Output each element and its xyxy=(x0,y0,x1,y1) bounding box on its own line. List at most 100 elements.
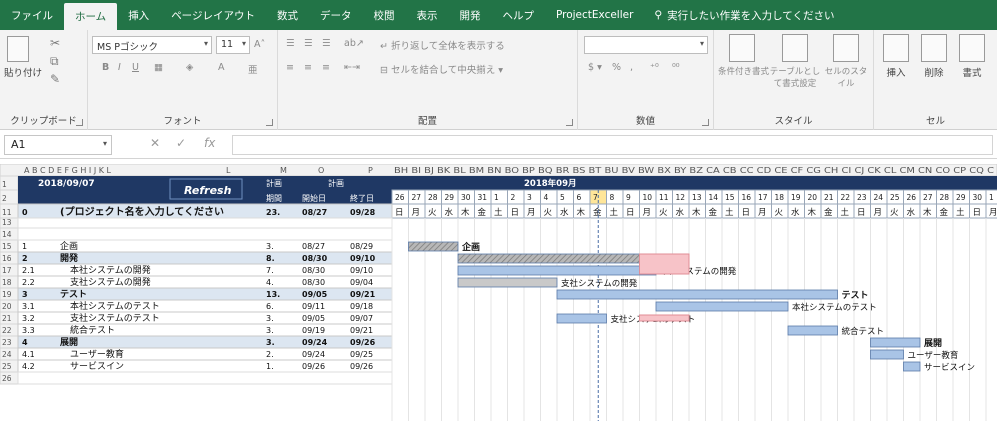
col-letters-left: A B C D E F G H I J K L xyxy=(24,166,112,175)
number-group: ▾ $ ▾ % , ⁺⁰ ⁰⁰ 数値 xyxy=(578,30,714,130)
ribbon-tab-1[interactable]: ホーム xyxy=(64,3,118,30)
enter-icon[interactable]: ✓ xyxy=(176,136,186,150)
tell-me-box[interactable]: ⚲ 実行したい作業を入力してください xyxy=(644,0,834,30)
weekday: 水 xyxy=(791,207,800,218)
decrease-decimal-icon[interactable]: ⁰⁰ xyxy=(672,62,680,73)
gantt-bar xyxy=(655,301,789,312)
orientation-icon[interactable]: ab↗ xyxy=(344,38,364,49)
format-cells-icon xyxy=(959,34,985,62)
ribbon-tab-bar: ファイル ホーム 挿入 ページレイアウト 数式 データ 校閲 表示 開発 ヘルプ ProjectEx… xyxy=(0,0,997,30)
insert-cells-icon xyxy=(883,34,909,62)
font-launcher[interactable] xyxy=(266,119,273,126)
indent-icon[interactable]: ⇤⇥ xyxy=(344,62,360,73)
worksheet-grid[interactable]: A B C D E F G H I J K L L M O P BH BI BJ BK B… xyxy=(0,163,997,421)
weekday: 土 xyxy=(841,207,850,218)
task-no: 1 xyxy=(22,242,27,251)
ribbon-tab-0[interactable]: ファイル xyxy=(0,0,64,30)
format-as-table-button[interactable]: テーブルとして書式設定 xyxy=(768,34,822,89)
delete-cells-button[interactable]: 削除 xyxy=(918,34,950,79)
task-period: 3. xyxy=(266,314,274,323)
weekday: 火 xyxy=(428,208,437,218)
task-start: 08/27 xyxy=(302,208,327,217)
wrap-text-button[interactable]: ↵ 折り返して全体を表示する xyxy=(380,38,505,52)
font-name-combo[interactable]: MS Pゴシック ▾ xyxy=(92,36,212,54)
phonetic-icon[interactable]: 亜 xyxy=(248,62,258,76)
grow-font-icon[interactable]: A˄ xyxy=(254,39,265,50)
align-top-icon[interactable]: ☰ xyxy=(286,38,295,49)
task-start: 09/05 xyxy=(302,290,328,299)
task-name: テスト xyxy=(60,289,87,300)
font-size-combo[interactable]: 11 ▾ xyxy=(216,36,250,54)
ribbon-tab-5[interactable]: データ xyxy=(309,0,363,30)
gantt-label: 本社システムのテスト xyxy=(792,302,877,313)
task-period: 3. xyxy=(266,326,274,335)
fill-color-icon[interactable]: ◈ xyxy=(186,62,193,73)
gantt-label: 支社システムの開発 xyxy=(561,278,638,289)
copy-icon[interactable]: ⧉ xyxy=(50,54,59,69)
ribbon-tab-7[interactable]: 表示 xyxy=(405,0,448,30)
task-end: 09/10 xyxy=(350,254,376,263)
ribbon-tab-6[interactable]: 校閲 xyxy=(362,0,405,30)
row-number: 20 xyxy=(2,302,12,311)
align-left-icon[interactable]: ≡ xyxy=(286,62,294,73)
weekday: 月 xyxy=(643,208,652,218)
weekday: 日 xyxy=(742,208,751,218)
day-number: 29 xyxy=(445,193,455,202)
insert-cells-button[interactable]: 挿入 xyxy=(880,34,912,79)
gantt-label: 統合テスト xyxy=(842,326,885,337)
bold-icon[interactable]: B xyxy=(102,62,109,73)
insert-function-icon[interactable]: fx xyxy=(204,136,215,150)
format-painter-icon[interactable]: ✎ xyxy=(50,72,60,86)
format-cells-button[interactable]: 書式 xyxy=(956,34,988,79)
font-group: MS Pゴシック ▾ 11 ▾ A˄ B I U ▦ ◈ A 亜 フォント xyxy=(88,30,278,130)
number-format-combo[interactable]: ▾ xyxy=(584,36,708,54)
day-number: 4 xyxy=(544,193,549,202)
alignment-launcher[interactable] xyxy=(566,119,573,126)
cell-styles-label: セルのスタイル xyxy=(824,67,868,89)
ribbon-tab-8[interactable]: 開発 xyxy=(448,0,491,30)
task-start: 08/30 xyxy=(302,278,325,287)
align-center-icon[interactable]: ≡ xyxy=(304,62,312,73)
cancel-icon[interactable]: ✕ xyxy=(150,136,160,150)
worksheet: A B C D E F G H I J K L L M O P BH BI BJ BK B… xyxy=(0,163,997,421)
font-color-icon[interactable]: A xyxy=(218,62,225,73)
chevron-down-icon: ▾ xyxy=(699,39,704,48)
day-number: 27 xyxy=(412,193,422,202)
gantt-bar xyxy=(457,253,657,264)
formula-input[interactable] xyxy=(232,135,993,155)
currency-icon[interactable]: $ ▾ xyxy=(588,62,602,73)
empty-row xyxy=(17,227,393,241)
day-number: 14 xyxy=(709,193,719,202)
day-number: 26 xyxy=(907,193,917,202)
border-icon[interactable]: ▦ xyxy=(154,62,163,73)
italic-icon[interactable]: I xyxy=(118,62,121,73)
ribbon-tab-10[interactable]: ProjectExceller xyxy=(545,0,644,30)
header-period-2: 期間 xyxy=(266,194,282,203)
ribbon-tab-9[interactable]: ヘルプ xyxy=(491,0,545,30)
ribbon-tab-4[interactable]: 数式 xyxy=(266,0,309,30)
align-right-icon[interactable]: ≡ xyxy=(322,62,330,73)
name-box[interactable]: A1 ▾ xyxy=(4,135,112,155)
cells-label: セル xyxy=(925,116,945,127)
underline-icon[interactable]: U xyxy=(132,62,139,73)
weekday: 土 xyxy=(494,207,503,218)
conditional-format-button[interactable]: 条件付き書式 xyxy=(718,34,769,77)
day-number: 13 xyxy=(692,193,702,202)
align-middle-icon[interactable]: ☰ xyxy=(304,38,313,49)
merge-center-button[interactable]: ⊟ セルを結合して中央揃え ▾ xyxy=(380,62,503,76)
task-start: 09/26 xyxy=(302,362,325,371)
ribbon-tab-3[interactable]: ページレイアウト xyxy=(160,0,266,30)
clipboard-launcher[interactable] xyxy=(76,119,83,126)
increase-decimal-icon[interactable]: ⁺⁰ xyxy=(650,62,659,73)
align-bottom-icon[interactable]: ☰ xyxy=(322,38,331,49)
number-launcher[interactable] xyxy=(702,119,709,126)
merge-center-label: セルを結合して中央揃え xyxy=(390,65,496,76)
col-letter-o: O xyxy=(318,166,324,175)
ribbon-tab-2[interactable]: 挿入 xyxy=(117,0,160,30)
cut-icon[interactable]: ✂ xyxy=(50,36,60,50)
cell-styles-button[interactable]: セルのスタイル xyxy=(824,34,868,89)
paste-button[interactable]: 貼り付け xyxy=(4,36,42,79)
task-start: 09/19 xyxy=(302,326,325,335)
comma-icon[interactable]: , xyxy=(630,62,633,73)
percent-icon[interactable]: % xyxy=(612,62,621,73)
